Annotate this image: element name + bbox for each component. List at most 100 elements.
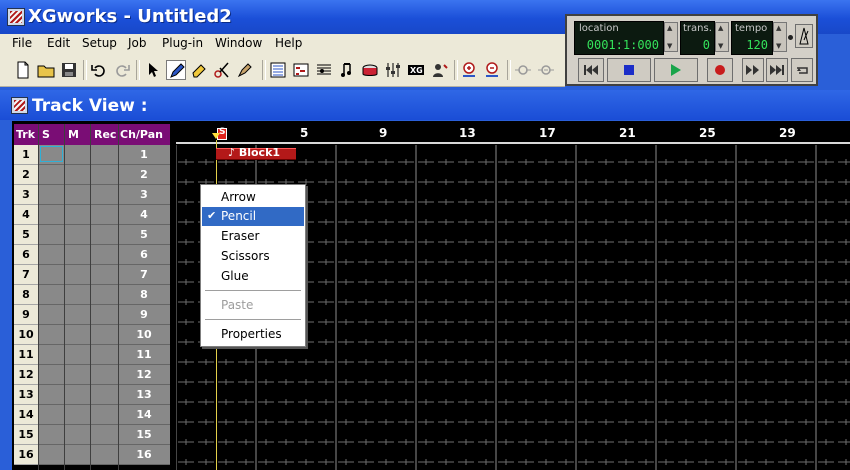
col-ch-pan[interactable]: Ch/Pan — [120, 128, 163, 141]
stop-button[interactable] — [607, 58, 651, 82]
tempo-spinner[interactable] — [773, 22, 787, 52]
undo-icon[interactable] — [89, 60, 109, 80]
track-channel[interactable]: 6 — [118, 245, 170, 265]
menu-plugin[interactable]: Plug-in — [162, 36, 203, 50]
loop-button[interactable] — [791, 58, 813, 82]
check-icon: ✔ — [207, 209, 217, 222]
track-channel[interactable]: 10 — [118, 325, 170, 345]
menu-job[interactable]: Job — [128, 36, 147, 50]
track-number[interactable]: 12 — [14, 365, 38, 385]
ruler-bar-21: 21 — [619, 126, 636, 140]
track-view-icon — [11, 97, 28, 114]
piano-roll-icon[interactable] — [291, 60, 311, 80]
quantize-icon[interactable] — [536, 60, 556, 80]
arrow-tool-icon[interactable] — [143, 60, 163, 80]
app-icon[interactable] — [7, 8, 25, 26]
forward-to-end-button[interactable] — [766, 58, 788, 82]
track-number[interactable]: 13 — [14, 385, 38, 405]
track-number[interactable]: 7 — [14, 265, 38, 285]
menu-edit[interactable]: Edit — [47, 36, 70, 50]
zoom-out-icon[interactable] — [482, 60, 502, 80]
menu-item-eraser[interactable]: Eraser — [202, 227, 304, 246]
mixer-icon[interactable] — [383, 60, 403, 80]
col-mute[interactable]: M — [68, 128, 79, 141]
drum-icon[interactable] — [360, 60, 380, 80]
menu-item-arrow[interactable]: Arrow — [202, 188, 304, 207]
track-number[interactable]: 11 — [14, 345, 38, 365]
record-button[interactable] — [707, 58, 733, 82]
track-number[interactable]: 14 — [14, 405, 38, 425]
ruler-bar-17: 17 — [539, 126, 556, 140]
save-icon[interactable] — [59, 60, 79, 80]
tool-context-menu: Arrow ✔ Pencil Eraser Scissors Glue Paste… — [200, 184, 306, 347]
track-number[interactable]: 6 — [14, 245, 38, 265]
glue-tool-icon[interactable] — [235, 60, 255, 80]
tempo-label: tempo — [735, 23, 768, 34]
snap-icon[interactable] — [513, 60, 533, 80]
voice-icon[interactable] — [429, 60, 449, 80]
track-channel[interactable]: 5 — [118, 225, 170, 245]
track-channel[interactable]: 13 — [118, 385, 170, 405]
score-icon[interactable] — [337, 60, 357, 80]
col-trk[interactable]: Trk — [16, 128, 35, 141]
menu-item-pencil[interactable]: ✔ Pencil — [202, 207, 304, 226]
track-channel[interactable]: 4 — [118, 205, 170, 225]
track-channel[interactable]: 2 — [118, 165, 170, 185]
col-rec[interactable]: Rec — [94, 128, 116, 141]
track-channel[interactable]: 9 — [118, 305, 170, 325]
location-value: 0001:1:000 — [586, 38, 659, 52]
zoom-in-icon[interactable] — [459, 60, 479, 80]
metronome-icon[interactable] — [795, 24, 813, 48]
column-divider — [64, 124, 65, 470]
selected-cell[interactable] — [40, 146, 63, 162]
toolbar-separator — [136, 60, 140, 80]
pencil-tool-icon[interactable] — [166, 60, 186, 80]
tempo-display[interactable]: tempo 120 — [731, 21, 773, 55]
track-channel[interactable]: 14 — [118, 405, 170, 425]
track-number[interactable]: 3 — [14, 185, 38, 205]
track-number[interactable]: 1 — [14, 145, 38, 165]
song-position-marker-icon — [212, 133, 220, 139]
menu-help[interactable]: Help — [275, 36, 302, 50]
trans-spinner[interactable] — [715, 22, 729, 52]
menu-item-properties[interactable]: Properties — [202, 325, 304, 344]
track-channel[interactable]: 16 — [118, 445, 170, 465]
play-button[interactable] — [654, 58, 698, 82]
track-number[interactable]: 2 — [14, 165, 38, 185]
track-number[interactable]: 5 — [14, 225, 38, 245]
list-view-icon[interactable] — [268, 60, 288, 80]
track-channel[interactable]: 1 — [118, 145, 170, 165]
track-channel[interactable]: 8 — [118, 285, 170, 305]
redo-icon[interactable] — [112, 60, 132, 80]
track-channel[interactable]: 15 — [118, 425, 170, 445]
location-display[interactable]: location 0001:1:000 — [574, 21, 664, 55]
menu-item-scissors[interactable]: Scissors — [202, 247, 304, 266]
track-number[interactable]: 15 — [14, 425, 38, 445]
scissors-tool-icon[interactable] — [212, 60, 232, 80]
track-channel[interactable]: 7 — [118, 265, 170, 285]
eraser-tool-icon[interactable] — [189, 60, 209, 80]
beat-indicator-icon — [788, 35, 793, 40]
open-folder-icon[interactable] — [36, 60, 56, 80]
track-number[interactable]: 16 — [14, 445, 38, 465]
track-channel[interactable]: 3 — [118, 185, 170, 205]
rewind-to-start-button[interactable] — [578, 58, 604, 82]
track-channel[interactable]: 11 — [118, 345, 170, 365]
track-number[interactable]: 9 — [14, 305, 38, 325]
col-solo[interactable]: S — [42, 128, 50, 141]
staff-view-icon[interactable] — [314, 60, 334, 80]
new-file-icon[interactable] — [13, 60, 33, 80]
menu-item-glue[interactable]: Glue — [202, 267, 304, 286]
menu-window[interactable]: Window — [215, 36, 262, 50]
fast-forward-button[interactable] — [742, 58, 764, 82]
track-channel[interactable]: 12 — [118, 365, 170, 385]
menu-file[interactable]: File — [12, 36, 32, 50]
ruler-bar-5: 5 — [300, 126, 309, 140]
menu-setup[interactable]: Setup — [82, 36, 117, 50]
location-spinner[interactable] — [664, 22, 678, 52]
track-number[interactable]: 10 — [14, 325, 38, 345]
xg-editor-icon[interactable]: XG — [406, 60, 426, 80]
track-number[interactable]: 8 — [14, 285, 38, 305]
trans-display[interactable]: trans. 0 — [680, 21, 715, 55]
track-number[interactable]: 4 — [14, 205, 38, 225]
